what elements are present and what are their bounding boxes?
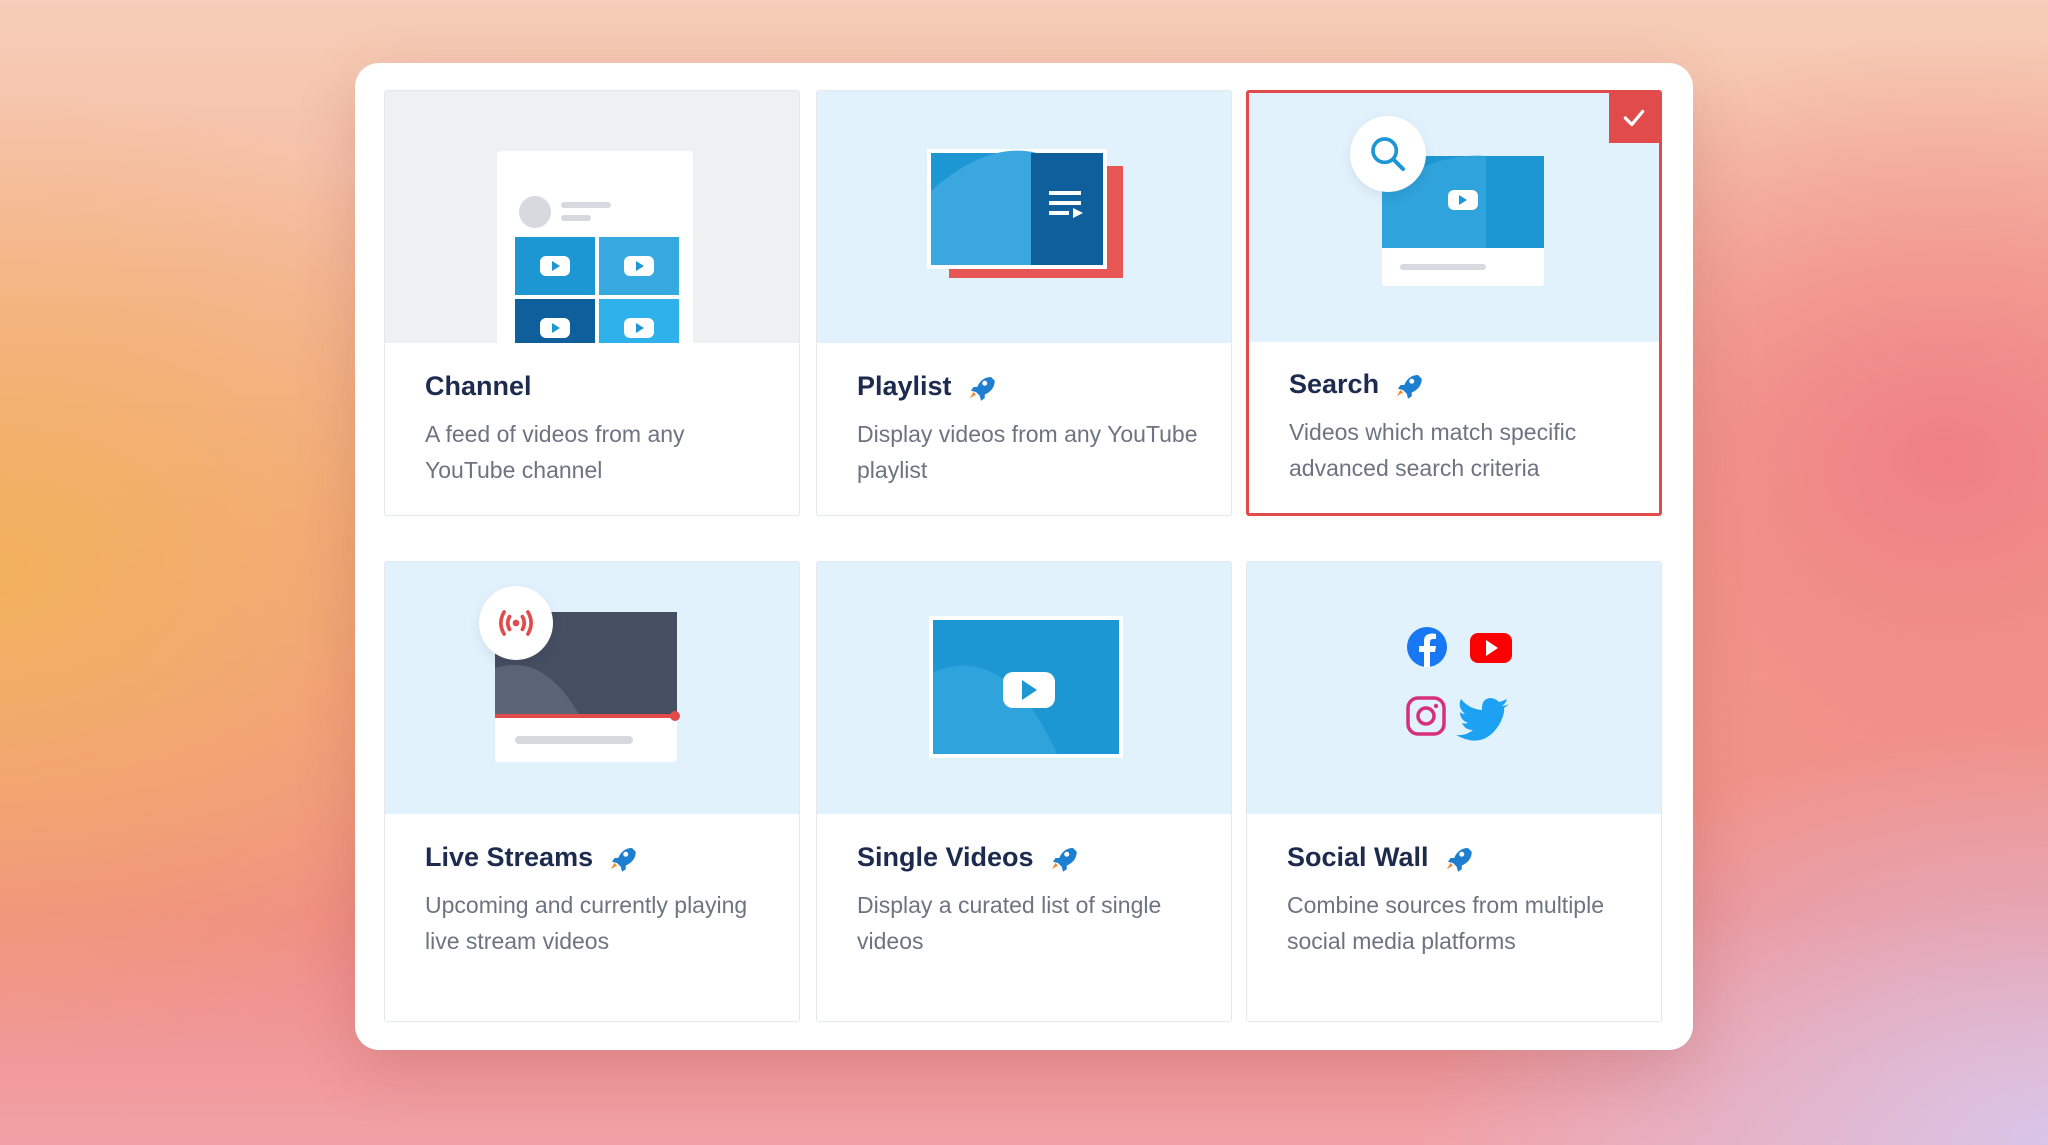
search-card[interactable]: Search Videos which match specific advan…: [1246, 90, 1662, 516]
channel-card[interactable]: Channel A feed of videos from any YouTub…: [384, 90, 800, 516]
rocket-icon: [1396, 374, 1422, 399]
twitter-icon: [1456, 698, 1509, 741]
broadcast-icon: [479, 586, 553, 660]
facebook-icon: [1407, 627, 1447, 667]
social-wall-illustration: [1247, 562, 1661, 814]
card-description: Videos which match specific advanced sea…: [1289, 419, 1577, 481]
card-description: Display a curated list of single videos: [857, 892, 1162, 954]
selected-badge: [1609, 93, 1659, 143]
card-description: Combine sources from multiple social med…: [1287, 892, 1605, 954]
instagram-icon: [1406, 696, 1446, 736]
search-icon: [1350, 116, 1426, 192]
rocket-icon: [610, 847, 636, 872]
single-videos-illustration: [817, 562, 1231, 814]
search-illustration: [1249, 93, 1659, 342]
checkmark-icon: [1623, 109, 1645, 127]
card-description: Display videos from any YouTube playlist: [857, 421, 1198, 483]
live-streams-card[interactable]: Live Streams Upcoming and currently play…: [384, 561, 800, 1022]
card-title: Single Videos: [857, 842, 1034, 872]
card-description: A feed of videos from any YouTube channe…: [425, 421, 685, 483]
channel-illustration: [385, 91, 799, 343]
single-videos-card[interactable]: Single Videos Display a curated list of …: [816, 561, 1232, 1022]
rocket-icon: [1446, 847, 1472, 872]
card-description: Upcoming and currently playing live stre…: [425, 892, 748, 954]
rocket-icon: [969, 376, 995, 401]
card-title: Channel: [425, 371, 532, 401]
playlist-illustration: [817, 91, 1231, 343]
social-wall-card[interactable]: Social Wall Combine sources from multipl…: [1246, 561, 1662, 1022]
feed-type-panel: Channel A feed of videos from any YouTub…: [355, 63, 1693, 1050]
card-title: Live Streams: [425, 842, 594, 872]
card-title: Social Wall: [1287, 842, 1429, 872]
card-title: Search: [1289, 369, 1380, 399]
card-title: Playlist: [857, 371, 952, 401]
live-streams-illustration: [385, 562, 799, 814]
youtube-icon: [1470, 633, 1512, 663]
playlist-card[interactable]: Playlist Display videos from any YouTube…: [816, 90, 1232, 516]
rocket-icon: [1051, 847, 1077, 872]
